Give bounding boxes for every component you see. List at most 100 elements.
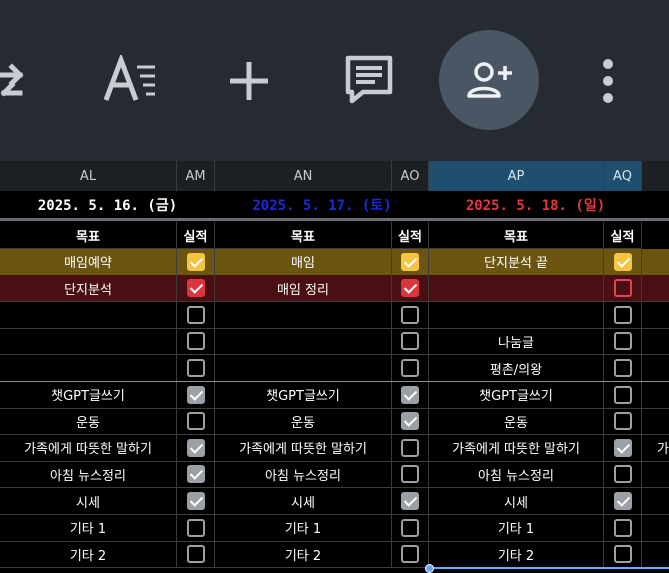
- checkbox-unchecked[interactable]: [186, 332, 205, 351]
- add-person-icon[interactable]: [466, 60, 514, 100]
- goal-cell[interactable]: 매임예약: [0, 248, 177, 276]
- goal-cell[interactable]: [215, 328, 392, 356]
- column-header-aq[interactable]: AQ: [604, 161, 642, 191]
- done-cell[interactable]: [177, 301, 215, 329]
- goal-cell[interactable]: [0, 355, 177, 382]
- checkbox-unchecked[interactable]: [401, 305, 419, 324]
- goal-cell[interactable]: 단지분석 끝: [429, 248, 604, 276]
- checkbox-checked[interactable]: [401, 279, 419, 298]
- goal-cell[interactable]: 시세: [0, 488, 177, 515]
- done-cell[interactable]: [604, 541, 642, 569]
- column-header-an[interactable]: AN: [215, 161, 392, 191]
- done-cell[interactable]: [392, 541, 429, 569]
- done-cell[interactable]: [177, 461, 215, 489]
- done-cell[interactable]: [392, 301, 429, 329]
- checkbox-unchecked[interactable]: [186, 545, 205, 564]
- checkbox-checked[interactable]: [613, 252, 632, 271]
- done-header[interactable]: 실적: [392, 222, 429, 249]
- column-header-am[interactable]: AM: [177, 161, 215, 191]
- done-cell[interactable]: [177, 328, 215, 356]
- goal-cell[interactable]: 운동: [429, 408, 604, 436]
- checkbox-unchecked[interactable]: [613, 359, 632, 377]
- checkbox-checked[interactable]: [401, 252, 419, 271]
- done-cell[interactable]: [392, 434, 429, 462]
- goal-cell[interactable]: [215, 355, 392, 382]
- edge-cell[interactable]: [642, 541, 669, 569]
- more-vert-icon[interactable]: [598, 58, 618, 104]
- goal-cell[interactable]: [215, 301, 392, 329]
- goal-cell[interactable]: [429, 275, 604, 303]
- checkbox-checked[interactable]: [401, 412, 419, 431]
- goal-cell[interactable]: 운동: [0, 408, 177, 436]
- edge-cell[interactable]: [642, 248, 669, 276]
- goal-header[interactable]: 목표: [0, 222, 177, 249]
- done-cell[interactable]: [604, 248, 642, 276]
- goal-cell[interactable]: 기타 1: [215, 514, 392, 542]
- done-header[interactable]: 실적: [604, 222, 642, 249]
- done-cell[interactable]: [604, 275, 642, 303]
- checkbox-unchecked[interactable]: [401, 359, 419, 377]
- checkbox-checked[interactable]: [186, 465, 205, 484]
- checkbox-checked[interactable]: [613, 492, 632, 510]
- done-cell[interactable]: [177, 275, 215, 303]
- done-cell[interactable]: [604, 434, 642, 462]
- goal-cell[interactable]: 매임 정리: [215, 275, 392, 303]
- goal-cell[interactable]: 아침 뉴스정리: [0, 461, 177, 489]
- goal-cell[interactable]: 기타 2: [0, 541, 177, 569]
- goal-cell[interactable]: 가족에게 따뜻한 말하기: [0, 434, 177, 462]
- edge-cell[interactable]: [642, 355, 669, 382]
- checkbox-checked[interactable]: [186, 492, 205, 510]
- done-cell[interactable]: [177, 408, 215, 436]
- done-cell[interactable]: [604, 381, 642, 409]
- checkbox-checked[interactable]: [401, 385, 419, 404]
- edge-cell[interactable]: [642, 408, 669, 436]
- checkbox-unchecked[interactable]: [186, 305, 205, 324]
- checkbox-unchecked[interactable]: [186, 359, 205, 377]
- checkbox-unchecked[interactable]: [401, 438, 419, 457]
- goal-cell[interactable]: 기타 1: [429, 514, 604, 542]
- done-cell[interactable]: [177, 434, 215, 462]
- done-cell[interactable]: [604, 301, 642, 329]
- done-cell[interactable]: [392, 514, 429, 542]
- date-cell[interactable]: 2025. 5. 18. (일): [429, 191, 642, 218]
- done-cell[interactable]: [392, 355, 429, 382]
- checkbox-checked[interactable]: [613, 438, 632, 457]
- done-cell[interactable]: [392, 275, 429, 303]
- checkbox-checked[interactable]: [186, 279, 205, 298]
- done-cell[interactable]: [604, 328, 642, 356]
- checkbox-unchecked[interactable]: [613, 465, 632, 484]
- goal-cell[interactable]: 시세: [429, 488, 604, 515]
- done-cell[interactable]: [177, 355, 215, 382]
- insert-icon[interactable]: [228, 60, 270, 102]
- checkbox-unchecked[interactable]: [186, 518, 205, 537]
- checkbox-unchecked[interactable]: [401, 332, 419, 351]
- done-cell[interactable]: [177, 514, 215, 542]
- checkbox-unchecked[interactable]: [613, 545, 632, 564]
- goal-cell[interactable]: 가족에게 따뜻한 말하기: [215, 434, 392, 462]
- checkbox-unchecked[interactable]: [613, 305, 632, 324]
- edge-cell[interactable]: [642, 275, 669, 303]
- goal-cell[interactable]: 운동: [215, 408, 392, 436]
- goal-cell[interactable]: 기타 2: [429, 541, 604, 569]
- edge-cell[interactable]: [642, 515, 669, 542]
- done-header[interactable]: 실적: [177, 222, 215, 249]
- done-cell[interactable]: [177, 248, 215, 276]
- comment-icon[interactable]: [343, 54, 395, 106]
- goal-cell[interactable]: 평촌/의왕: [429, 355, 604, 382]
- text-format-icon[interactable]: [103, 55, 158, 105]
- checkbox-unchecked[interactable]: [613, 412, 632, 431]
- goal-header[interactable]: 목표: [215, 222, 392, 249]
- checkbox-unchecked[interactable]: [186, 412, 205, 431]
- goal-cell[interactable]: [0, 301, 177, 329]
- goal-cell[interactable]: 매임: [215, 248, 392, 276]
- goal-cell[interactable]: 가족에게 따뜻한 말하기: [429, 434, 604, 462]
- edge-cell[interactable]: [642, 382, 669, 409]
- goal-cell[interactable]: 기타 1: [0, 514, 177, 542]
- selection-handle[interactable]: [425, 564, 434, 573]
- checkbox-unchecked[interactable]: [613, 332, 632, 351]
- done-cell[interactable]: [177, 541, 215, 569]
- goal-cell[interactable]: 단지분석: [0, 275, 177, 303]
- done-cell[interactable]: [177, 488, 215, 515]
- redo-icon[interactable]: [0, 55, 35, 105]
- goal-cell[interactable]: 시세: [215, 488, 392, 515]
